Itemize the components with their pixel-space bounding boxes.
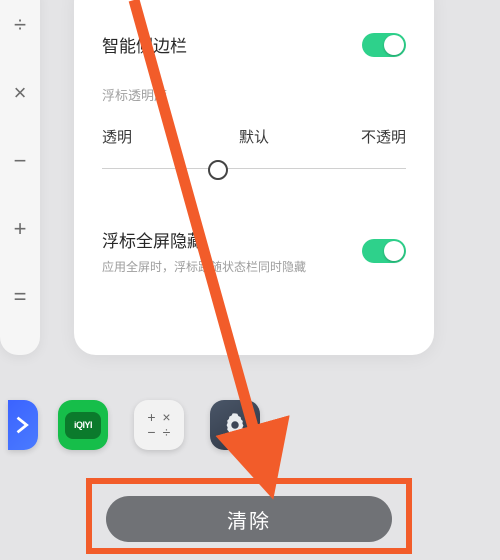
opacity-option-labels: 透明 默认 不透明 xyxy=(102,126,406,147)
smart-sidebar-toggle[interactable] xyxy=(362,33,406,57)
recents-app-dock: iQIYI +×−÷ xyxy=(8,400,260,450)
calc-equals-key: = xyxy=(14,280,27,314)
opacity-section-label: 浮标透明度 xyxy=(102,85,406,104)
calc-minus-key: − xyxy=(14,144,27,178)
opacity-slider[interactable] xyxy=(102,157,406,181)
opacity-option-opaque: 不透明 xyxy=(305,126,406,147)
calc-multiply-key: × xyxy=(14,76,27,110)
calc-divide-key: ÷ xyxy=(14,8,26,42)
settings-app-card[interactable]: ● ○ ○ ○ 智能侧边栏 浮标透明度 透明 默认 不透明 浮标全屏隐藏 应用全… xyxy=(74,0,434,355)
settings-app-icon[interactable] xyxy=(210,400,260,450)
gear-icon xyxy=(221,411,249,439)
calculator-app-card[interactable]: ÷ × − + = xyxy=(0,0,40,355)
calculator-keys: ÷ × − + = xyxy=(0,0,40,314)
opacity-slider-thumb[interactable] xyxy=(208,160,228,180)
iqiyi-app-icon[interactable]: iQIYI xyxy=(58,400,108,450)
arrow-app-icon[interactable] xyxy=(8,400,38,450)
smart-sidebar-label: 智能侧边栏 xyxy=(102,32,187,57)
calculator-app-icon[interactable]: +×−÷ xyxy=(134,400,184,450)
calc-plus-key: + xyxy=(14,212,27,246)
opacity-option-transparent: 透明 xyxy=(102,126,203,147)
arrow-right-icon xyxy=(12,414,34,436)
fullscreen-hide-toggle[interactable] xyxy=(362,239,406,263)
fullscreen-hide-label: 浮标全屏隐藏 xyxy=(102,227,306,252)
fullscreen-hide-subtitle: 应用全屏时，浮标跟随状态栏同时隐藏 xyxy=(102,258,306,275)
clear-all-button[interactable]: 清除 xyxy=(106,496,392,542)
iqiyi-logo: iQIYI xyxy=(65,412,101,439)
opacity-option-default: 默认 xyxy=(203,126,304,147)
